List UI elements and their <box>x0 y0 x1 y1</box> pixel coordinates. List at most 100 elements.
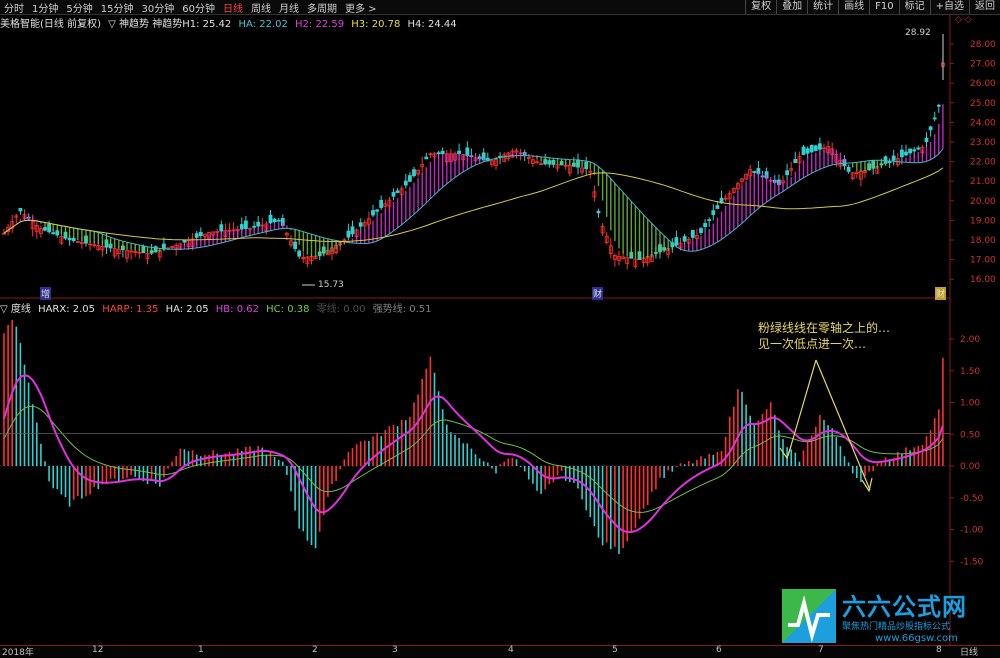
logo-url: www.66gsw.com <box>875 633 958 644</box>
candle-body <box>51 232 56 235</box>
date-label-6: 6 <box>716 645 722 655</box>
event-marker-1[interactable]: 增 <box>40 287 52 300</box>
candle-body <box>350 226 355 235</box>
candle-body <box>793 159 798 164</box>
candle-body <box>912 149 917 152</box>
price-axis: 28.00 27.00 26.00 25.00 24.00 23.00 22.00 21.00… <box>950 40 996 285</box>
candle-body <box>801 146 806 155</box>
candle-body <box>900 149 904 158</box>
candle-body <box>457 150 462 155</box>
candle-body <box>916 147 921 150</box>
candle-body <box>243 220 248 230</box>
logo-icon <box>782 589 836 643</box>
candle-body <box>276 219 281 222</box>
high-price-label: 28.92 <box>905 28 931 38</box>
candle-body <box>182 239 187 243</box>
candle-body <box>268 214 273 224</box>
candle-body <box>846 166 851 172</box>
candle-body <box>424 156 429 160</box>
event-marker-2[interactable]: 财 <box>592 287 604 300</box>
ma20-line <box>3 148 944 252</box>
candle-body <box>891 155 896 161</box>
candle-body <box>391 192 396 197</box>
price-tick-label: 20.00 <box>970 197 996 207</box>
candle-body <box>375 209 380 212</box>
price-tick-label: 16.00 <box>970 275 996 285</box>
price-tick-label: 19.00 <box>970 216 996 226</box>
candle-body <box>198 231 203 237</box>
candle-body <box>752 171 757 173</box>
price-tick-label: 23.00 <box>970 138 996 148</box>
oscillator-bars <box>3 319 944 554</box>
osc-fast-line <box>3 374 944 534</box>
candle-body <box>395 190 400 193</box>
candle-body <box>818 143 822 150</box>
candle-body <box>403 180 408 186</box>
date-label-3: 3 <box>392 645 398 655</box>
logo-title: 六六公式网 <box>842 593 967 621</box>
candle-body <box>252 225 257 228</box>
candle-body <box>239 224 244 230</box>
price-tick-label: 17.00 <box>970 256 996 266</box>
candle-body <box>932 117 937 120</box>
candle-body <box>690 229 695 238</box>
candle-body <box>715 205 720 209</box>
price-tick-label: 28.00 <box>970 40 996 50</box>
candle-body <box>813 145 818 151</box>
price-tick-label: 21.00 <box>970 177 996 187</box>
low-price-label: 15.73 <box>318 280 344 290</box>
candle-body <box>928 126 933 131</box>
osc-tick-label: 0.50 <box>960 430 980 440</box>
candle-body <box>699 228 703 234</box>
date-label-4: 4 <box>508 645 514 655</box>
candle-body <box>596 210 601 214</box>
candle-body <box>379 199 384 208</box>
candle-body <box>936 104 941 107</box>
watermark-logo: 六六公式网 聚焦热门精品炒股指标公式 www.66gsw.com <box>780 585 995 647</box>
osc-tick-label: 1.00 <box>960 399 980 409</box>
candle-body <box>412 169 416 177</box>
price-tick-label: 27.00 <box>970 60 996 70</box>
candle-body <box>711 210 716 215</box>
date-label-12: 12 <box>92 645 104 655</box>
candle-body <box>703 223 707 228</box>
chart-annotation: 粉绿线线在零轴之上的… 见一次低点进一次… <box>758 320 890 352</box>
candle-body <box>436 152 441 155</box>
candle-body <box>809 144 814 153</box>
candle-body <box>67 237 72 241</box>
date-label-5: 5 <box>612 645 618 655</box>
candle-body <box>805 148 810 154</box>
osc-tick-label: 2.00 <box>960 335 980 345</box>
osc-tick-label: -0.50 <box>960 494 984 504</box>
event-marker-3[interactable]: 财 <box>935 287 947 300</box>
price-tick-label: 26.00 <box>970 79 996 89</box>
candle-body <box>219 224 224 232</box>
price-tick-label: 18.00 <box>970 236 996 246</box>
moving-average-lines <box>3 148 944 252</box>
date-label-1: 1 <box>198 645 204 655</box>
candle-body <box>407 175 412 182</box>
candle-body <box>707 219 712 222</box>
date-label-2018: 2018年 <box>2 648 34 658</box>
osc-tick-label: -1.00 <box>960 526 984 536</box>
candle-body <box>43 227 47 231</box>
price-tick-label: 24.00 <box>970 118 996 128</box>
candle-body <box>272 218 277 223</box>
candle-body <box>194 233 199 238</box>
candle-body <box>682 236 687 242</box>
annotation-arrows <box>779 359 873 493</box>
osc-tick-label: 0.00 <box>960 462 980 472</box>
candle-body <box>785 170 789 176</box>
candle-body <box>358 222 363 227</box>
candle-body <box>924 137 929 143</box>
candle-body <box>904 151 908 156</box>
price-tick-label: 25.00 <box>970 99 996 109</box>
oscillator-axis: 2.00 1.50 1.00 0.50 0.00 -0.50 -1.00 -1.50 <box>950 335 984 567</box>
candle-body <box>440 150 445 155</box>
candle-body <box>293 241 298 249</box>
candle-body <box>18 208 23 212</box>
annotation-line-2: 见一次低点进一次… <box>758 337 867 351</box>
osc-tick-label: -1.50 <box>960 557 984 567</box>
candle-body <box>674 237 679 246</box>
candle-body <box>371 210 375 216</box>
